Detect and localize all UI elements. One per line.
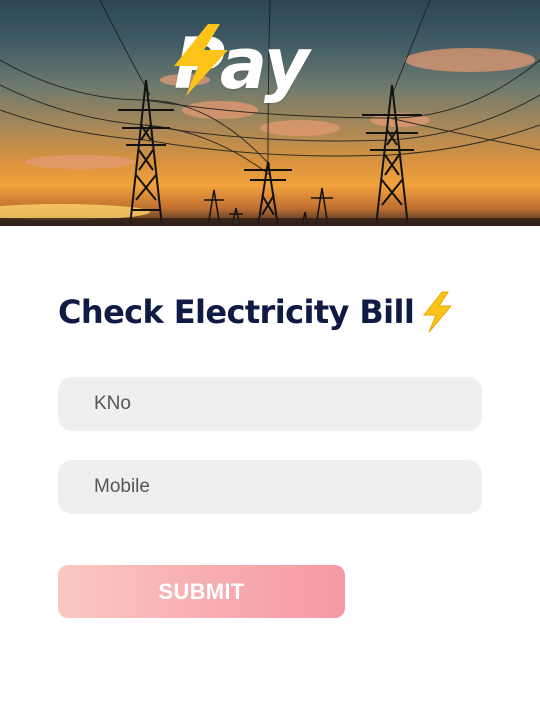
lightning-bolt-icon bbox=[174, 24, 228, 96]
page-title: Check Electricity Bill bbox=[58, 293, 415, 331]
submit-button[interactable]: SUBMIT bbox=[58, 565, 345, 618]
lightning-bolt-icon bbox=[423, 291, 453, 333]
header-banner: Pay bbox=[0, 0, 540, 226]
mobile-input[interactable] bbox=[58, 460, 482, 514]
pay-logo: Pay bbox=[168, 22, 398, 106]
page-title-row: Check Electricity Bill bbox=[58, 288, 454, 336]
kno-input[interactable] bbox=[58, 377, 482, 431]
